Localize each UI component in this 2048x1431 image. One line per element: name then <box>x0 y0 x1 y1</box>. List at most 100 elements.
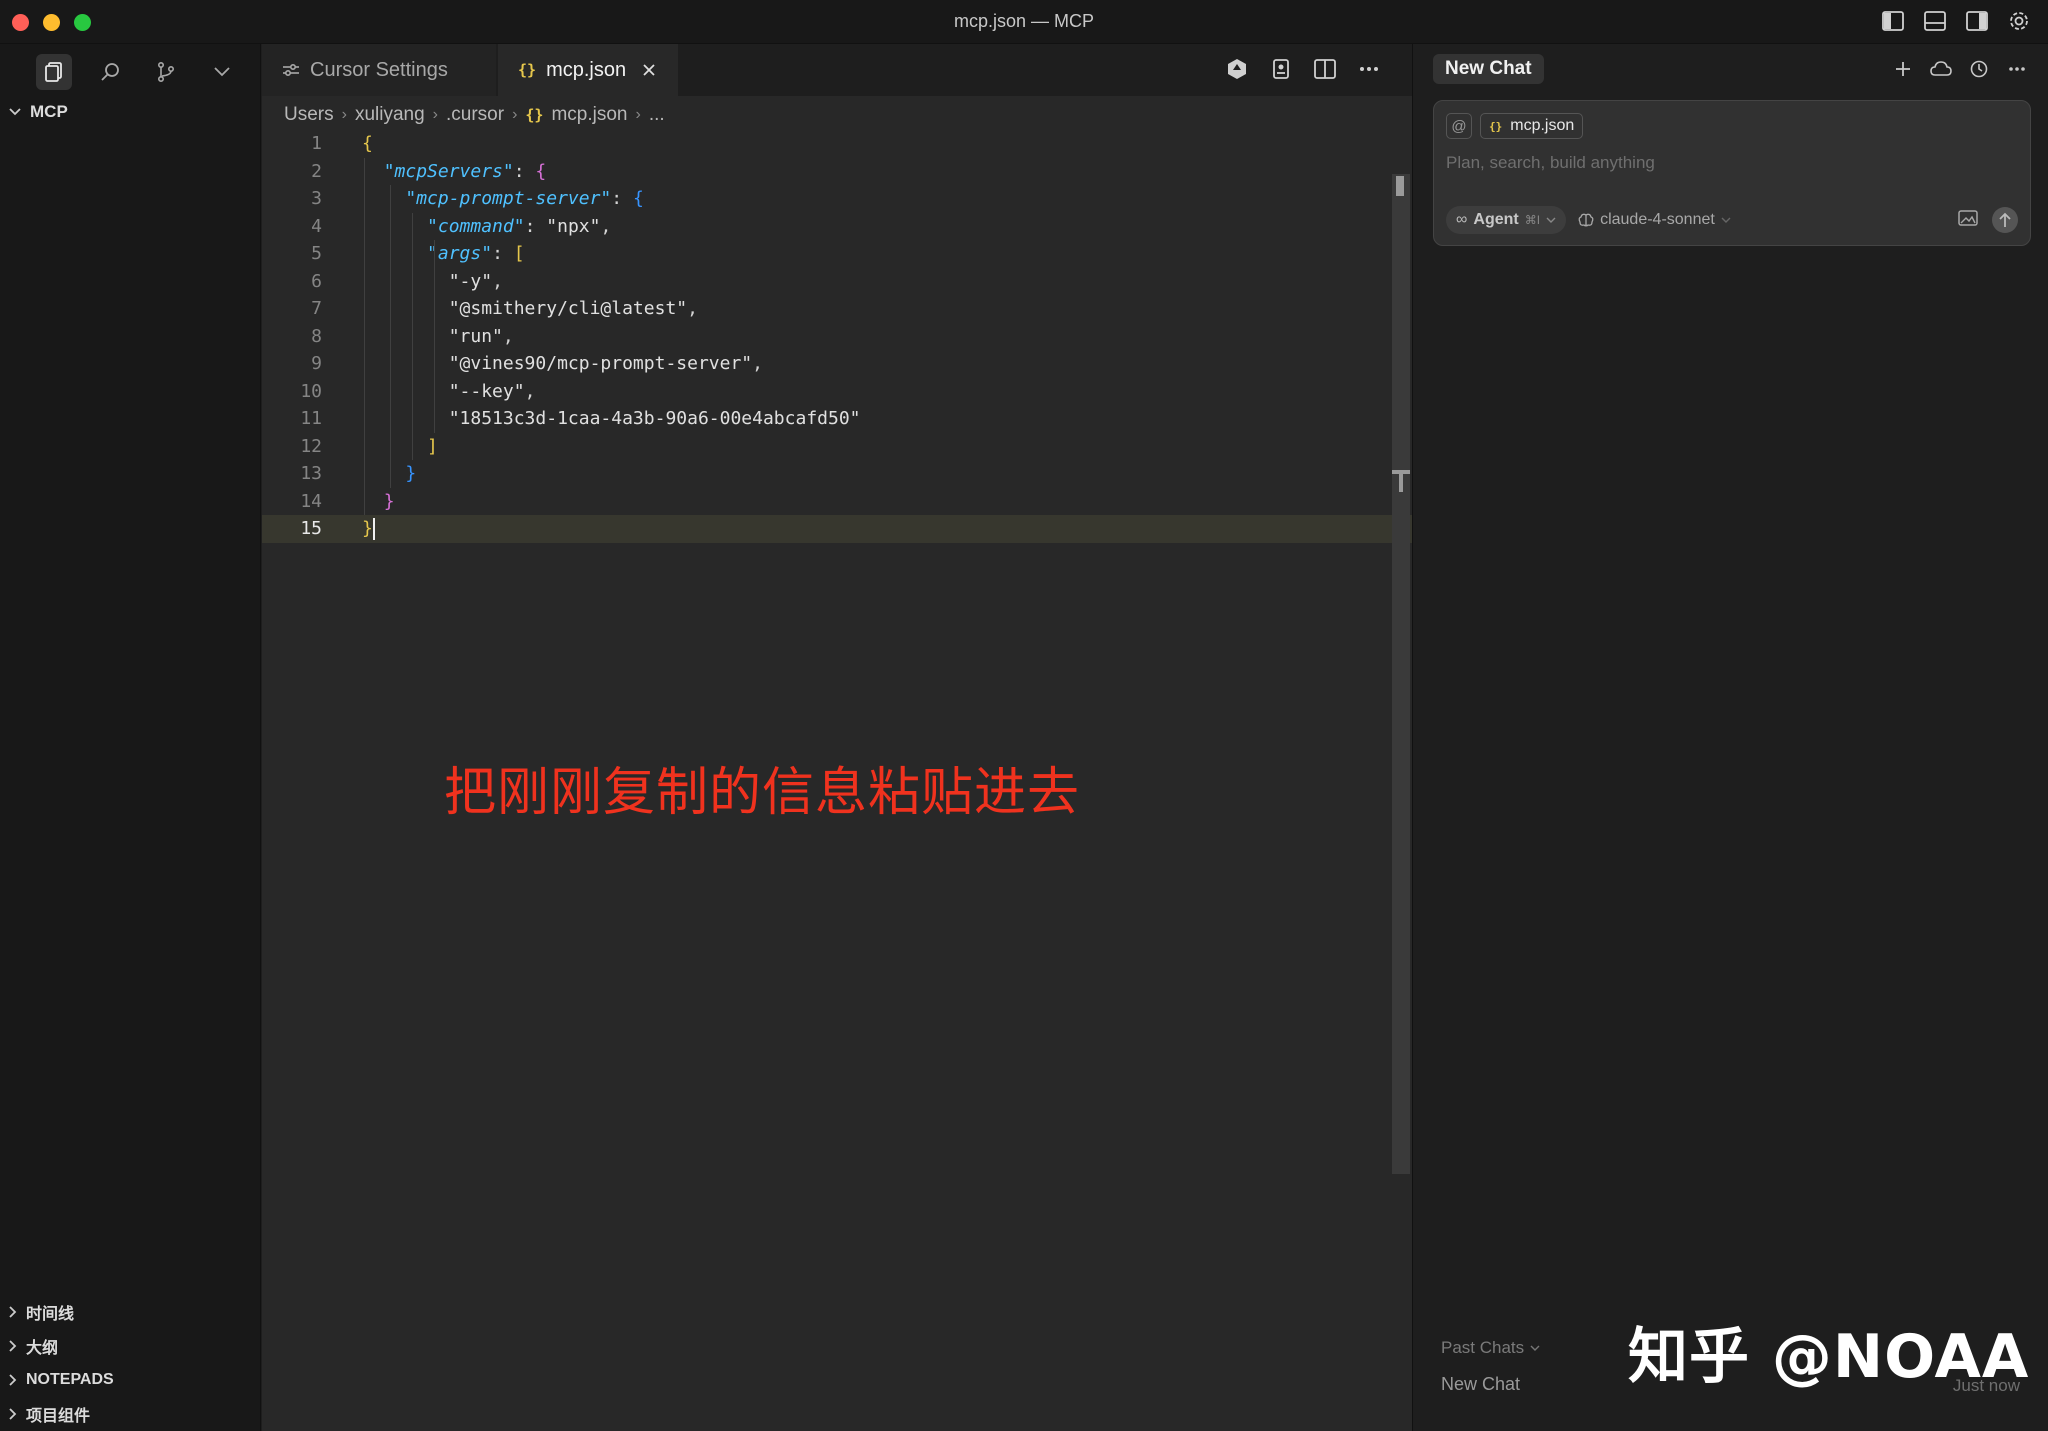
chat-tab-new-chat[interactable]: New Chat <box>1433 54 1544 84</box>
add-context-button[interactable]: @ <box>1446 113 1472 139</box>
past-chats-toggle[interactable]: Past Chats <box>1441 1338 1540 1358</box>
line-number: 8 <box>311 325 322 347</box>
split-editor-icon[interactable] <box>1312 56 1338 82</box>
code-text: "mcpServers": { <box>383 160 547 182</box>
image-attach-icon[interactable] <box>1958 209 1978 231</box>
breadcrumb-item[interactable]: xuliyang <box>355 104 425 126</box>
scrollbar-thumb[interactable] <box>1396 176 1404 196</box>
code-line[interactable]: 13 } <box>262 460 1412 488</box>
explorer-folder-mcp[interactable]: MCP <box>8 102 68 122</box>
search-icon[interactable] <box>92 54 128 90</box>
chevron-right-icon: › <box>341 106 347 123</box>
editor-scrollbar[interactable] <box>1392 174 1410 1174</box>
toggle-panel-icon[interactable] <box>1922 8 1948 34</box>
title-bar: mcp.json — MCP <box>0 0 2048 44</box>
json-braces-icon: {} <box>518 61 537 79</box>
explorer-files-icon[interactable] <box>36 54 72 90</box>
chat-input-placeholder[interactable]: Plan, search, build anything <box>1446 153 1655 173</box>
code-text: "args": [ <box>427 243 525 264</box>
section-label: 大纲 <box>26 1340 59 1357</box>
sidebar-sections: 时间线 大纲 NOTEPADS 项目组件 <box>8 1295 258 1431</box>
breadcrumb-item[interactable]: ... <box>649 104 665 126</box>
line-number: 14 <box>300 490 322 512</box>
tab-cursor-settings[interactable]: Cursor Settings <box>262 44 496 96</box>
source-control-icon[interactable] <box>148 54 184 90</box>
chevron-right-icon <box>9 1306 17 1318</box>
history-icon[interactable] <box>1968 58 1990 80</box>
context-file-name: mcp.json <box>1510 117 1575 134</box>
tab-mcp-json[interactable]: {} mcp.json <box>498 44 678 96</box>
code-line[interactable]: 15} <box>262 515 1412 543</box>
code-line[interactable]: 3 "mcp-prompt-server": { <box>262 185 1412 213</box>
shortcut-hint: ⌘I <box>1524 213 1541 227</box>
close-icon[interactable] <box>642 63 656 77</box>
chevron-right-icon <box>9 1408 17 1420</box>
line-number: 7 <box>311 298 322 319</box>
code-text: "run", <box>448 325 514 347</box>
tab-label: mcp.json <box>546 58 627 81</box>
line-number: 4 <box>311 215 322 237</box>
chevron-down-icon[interactable] <box>204 54 240 90</box>
chevron-down-icon <box>1546 217 1556 223</box>
agent-mode-selector[interactable]: ∞ Agent ⌘I <box>1446 206 1567 234</box>
code-line[interactable]: 12 ] <box>262 433 1412 461</box>
code-text: "18513c3d-1caa-4a3b-90a6-00e4abcafd50" <box>448 408 861 429</box>
code-text: "command": "npx", <box>427 215 612 237</box>
code-editor[interactable]: 1{2 "mcpServers": {3 "mcp-prompt-server"… <box>262 130 1412 543</box>
indent-guide <box>412 212 413 460</box>
cloud-icon[interactable] <box>1930 58 1952 80</box>
gear-icon[interactable] <box>2006 8 2032 34</box>
chevron-down-icon <box>1721 217 1731 223</box>
line-number: 11 <box>300 408 322 429</box>
json-braces-icon: {} <box>525 106 544 124</box>
model-name: claude-4-sonnet <box>1600 211 1715 228</box>
breadcrumb-item[interactable]: .cursor <box>446 104 504 126</box>
folder-name: MCP <box>30 102 68 121</box>
plus-icon[interactable] <box>1892 58 1914 80</box>
context-file-chip[interactable]: {} mcp.json <box>1480 113 1584 139</box>
annotation-text: 把刚刚复制的信息粘贴进去 <box>444 763 1081 823</box>
sidebar-section-outline[interactable]: 大纲 <box>8 1329 258 1363</box>
line-number: 6 <box>311 270 322 292</box>
editor-area: Cursor Settings {} mcp.json Users › xuli… <box>262 44 1412 1431</box>
toggle-secondary-sidebar-icon[interactable] <box>1964 8 1990 34</box>
brain-icon <box>1578 213 1594 227</box>
model-selector[interactable]: claude-4-sonnet <box>1578 211 1731 229</box>
line-number: 3 <box>311 188 322 209</box>
past-chat-item[interactable]: New Chat <box>1441 1374 1520 1395</box>
code-text: ] <box>427 435 438 457</box>
send-button[interactable] <box>1992 207 2018 233</box>
chevron-right-icon: › <box>432 106 438 123</box>
cursor-logo-icon[interactable] <box>1224 56 1250 82</box>
more-actions-icon[interactable] <box>2006 58 2028 80</box>
sidebar-section-timeline[interactable]: 时间线 <box>8 1295 258 1329</box>
breadcrumb-item[interactable]: mcp.json <box>551 104 627 126</box>
indent-guide <box>434 240 435 433</box>
infinity-icon: ∞ <box>1456 211 1468 228</box>
code-line[interactable]: 1{ <box>262 130 1412 158</box>
section-label: 时间线 <box>26 1306 75 1323</box>
open-preview-icon[interactable] <box>1268 56 1294 82</box>
section-label: NOTEPADS <box>26 1371 114 1388</box>
window-title: mcp.json — MCP <box>953 11 1095 31</box>
chat-input-box[interactable]: @ {} mcp.json Plan, search, build anythi… <box>1433 100 2031 246</box>
chevron-down-icon <box>1530 1345 1540 1351</box>
breadcrumb-item[interactable]: Users <box>284 104 334 126</box>
code-line[interactable]: 2 "mcpServers": { <box>262 158 1412 186</box>
scrollbar-marker <box>1399 470 1403 492</box>
sidebar-section-project-components[interactable]: 项目组件 <box>8 1397 258 1431</box>
chevron-right-icon <box>9 1374 17 1386</box>
code-text: "mcp-prompt-server": { <box>405 188 644 209</box>
chevron-down-icon <box>9 108 21 116</box>
line-number: 15 <box>300 518 322 539</box>
line-number: 9 <box>311 353 322 374</box>
code-line[interactable]: 4 "command": "npx", <box>262 213 1412 241</box>
line-number: 5 <box>311 243 322 264</box>
more-actions-icon[interactable] <box>1356 56 1382 82</box>
line-number: 10 <box>300 380 322 402</box>
toggle-primary-sidebar-icon[interactable] <box>1880 8 1906 34</box>
code-line[interactable]: 14 } <box>262 488 1412 516</box>
chat-panel: New Chat @ {} mcp.json Plan, search, bui… <box>1412 44 2048 1431</box>
past-chats-label: Past Chats <box>1441 1338 1525 1357</box>
sidebar-section-notepads[interactable]: NOTEPADS <box>8 1363 258 1397</box>
